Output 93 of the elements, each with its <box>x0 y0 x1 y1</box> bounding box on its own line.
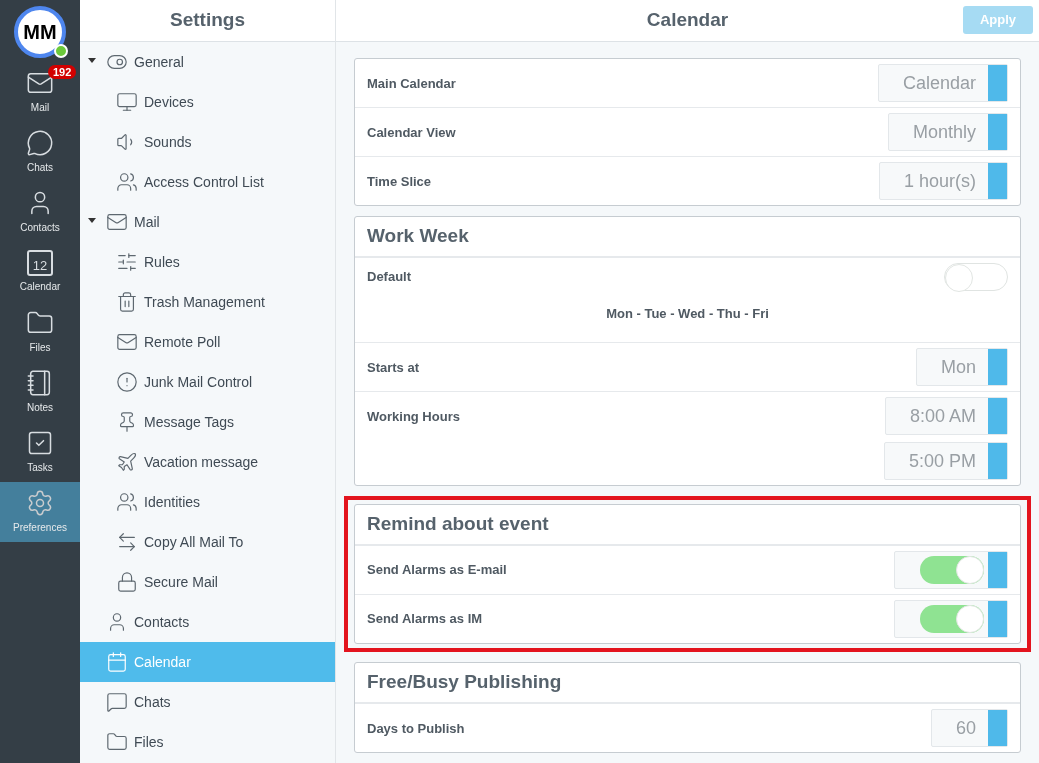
calendar-icon: 12 <box>27 250 53 276</box>
section-title: Work Week <box>367 224 469 249</box>
setting-label: Calendar View <box>367 124 456 142</box>
nav-item[interactable]: Notes <box>0 362 80 422</box>
settings-item[interactable]: General <box>80 42 335 82</box>
nav-item[interactable]: Mail 192 <box>0 62 80 122</box>
nav-label: Files <box>29 341 51 355</box>
settings-item[interactable]: Remote Poll <box>80 322 335 362</box>
work-days-text: Mon - Tue - Wed - Thu - Fri <box>606 305 769 324</box>
settings-item[interactable]: Trash Management <box>80 282 335 322</box>
section-title: Free/Busy Publishing <box>367 670 562 695</box>
toggle-switch[interactable] <box>920 556 984 584</box>
settings-item[interactable]: Files <box>80 722 335 762</box>
setting-label: Default <box>367 268 412 287</box>
settings-item-label: Calendar <box>134 652 191 672</box>
settings-item[interactable]: Copy All Mail To <box>80 522 335 562</box>
settings-item-label: Copy All Mail To <box>144 532 244 552</box>
nav-item[interactable]: Files <box>0 302 80 362</box>
field-handle <box>988 601 1007 637</box>
settings-item[interactable]: Secure Mail <box>80 562 335 602</box>
field-handle <box>988 552 1007 588</box>
setting-label: Send Alarms as E-mail <box>367 561 507 580</box>
gear-icon <box>26 489 54 517</box>
setting-label: Starts at <box>367 359 420 377</box>
envelope-icon <box>106 211 128 233</box>
plane-icon <box>116 451 138 473</box>
nav-item[interactable]: Tasks <box>0 422 80 482</box>
settings-item-label: Contacts <box>134 612 190 632</box>
nav-item[interactable]: Chats <box>0 122 80 182</box>
users-icon <box>116 171 138 193</box>
settings-item[interactable]: Sounds <box>80 122 335 162</box>
settings-item[interactable]: Contacts <box>80 602 335 642</box>
nav-label: Contacts <box>20 221 60 235</box>
trash-icon <box>116 291 138 313</box>
settings-item-label: Devices <box>144 92 194 112</box>
settings-item-label: Vacation message <box>144 452 259 472</box>
setting-label: Send Alarms as IM <box>367 610 483 629</box>
settings-item[interactable]: Vacation message <box>80 442 335 482</box>
settings-item-label: Junk Mail Control <box>144 372 253 392</box>
settings-item-label: Mail <box>134 212 160 232</box>
nav-label: Tasks <box>27 461 53 475</box>
settings-item-label: Rules <box>144 252 180 272</box>
settings-item[interactable]: Chats <box>80 682 335 722</box>
expanded-caret-icon[interactable] <box>88 58 96 63</box>
page-title: Calendar <box>646 8 729 33</box>
sidebar-title: Settings <box>170 8 245 33</box>
settings-item-label: Identities <box>144 492 201 512</box>
settings-item-label: Chats <box>134 692 171 712</box>
settings-item[interactable]: Access Control List <box>80 162 335 202</box>
monitor-icon <box>116 91 138 113</box>
people-icon <box>116 491 138 513</box>
settings-item-label: General <box>134 52 184 72</box>
sliders-icon <box>116 251 138 273</box>
chat-bubble-icon <box>106 691 128 713</box>
setting-label: Main Calendar <box>367 75 456 93</box>
avatar[interactable]: MM <box>14 6 66 58</box>
nav-label: Calendar <box>19 280 61 294</box>
setting-label: Days to Publish <box>367 720 465 738</box>
settings-item[interactable]: Mail <box>80 202 335 242</box>
setting-label: Time Slice <box>367 173 432 191</box>
envelope-icon <box>116 331 138 353</box>
settings-item-label: Access Control List <box>144 172 264 192</box>
settings-item[interactable]: Rules <box>80 242 335 282</box>
settings-item-label: Secure Mail <box>144 572 218 592</box>
settings-item-label: Message Tags <box>144 412 234 432</box>
settings-item-label: Remote Poll <box>144 332 221 352</box>
folder-icon <box>106 731 128 753</box>
settings-item[interactable]: Message Tags <box>80 402 335 442</box>
nav-item[interactable]: Contacts <box>0 182 80 242</box>
toggle-switch[interactable] <box>920 605 984 633</box>
settings-item-label: Files <box>134 732 164 752</box>
settings-item[interactable]: Identities <box>80 482 335 522</box>
arrows-icon <box>116 531 138 553</box>
nav-item[interactable]: 12 Calendar <box>0 242 80 302</box>
settings-item-label: Trash Management <box>144 292 265 312</box>
calendar-icon <box>106 651 128 673</box>
nav-label: Chats <box>26 161 54 175</box>
unread-count-badge: 192 <box>48 65 77 79</box>
settings-item-label: Sounds <box>144 132 192 152</box>
nav-label: Notes <box>26 401 54 415</box>
settings-item[interactable]: Devices <box>80 82 335 122</box>
lock-icon <box>116 571 138 593</box>
nav-item[interactable]: Preferences <box>0 482 80 542</box>
settings-item[interactable]: Junk Mail Control <box>80 362 335 402</box>
toggle-switch[interactable] <box>944 263 1008 291</box>
expanded-caret-icon[interactable] <box>88 218 96 223</box>
checkbox-icon <box>26 429 54 457</box>
nav-label: Mail <box>30 101 50 115</box>
nav-label: Preferences <box>13 521 67 535</box>
alert-icon <box>116 371 138 393</box>
setting-label: Working Hours <box>367 408 460 426</box>
section-title: Remind about event <box>367 512 549 537</box>
chat-bubble-icon <box>26 129 54 157</box>
